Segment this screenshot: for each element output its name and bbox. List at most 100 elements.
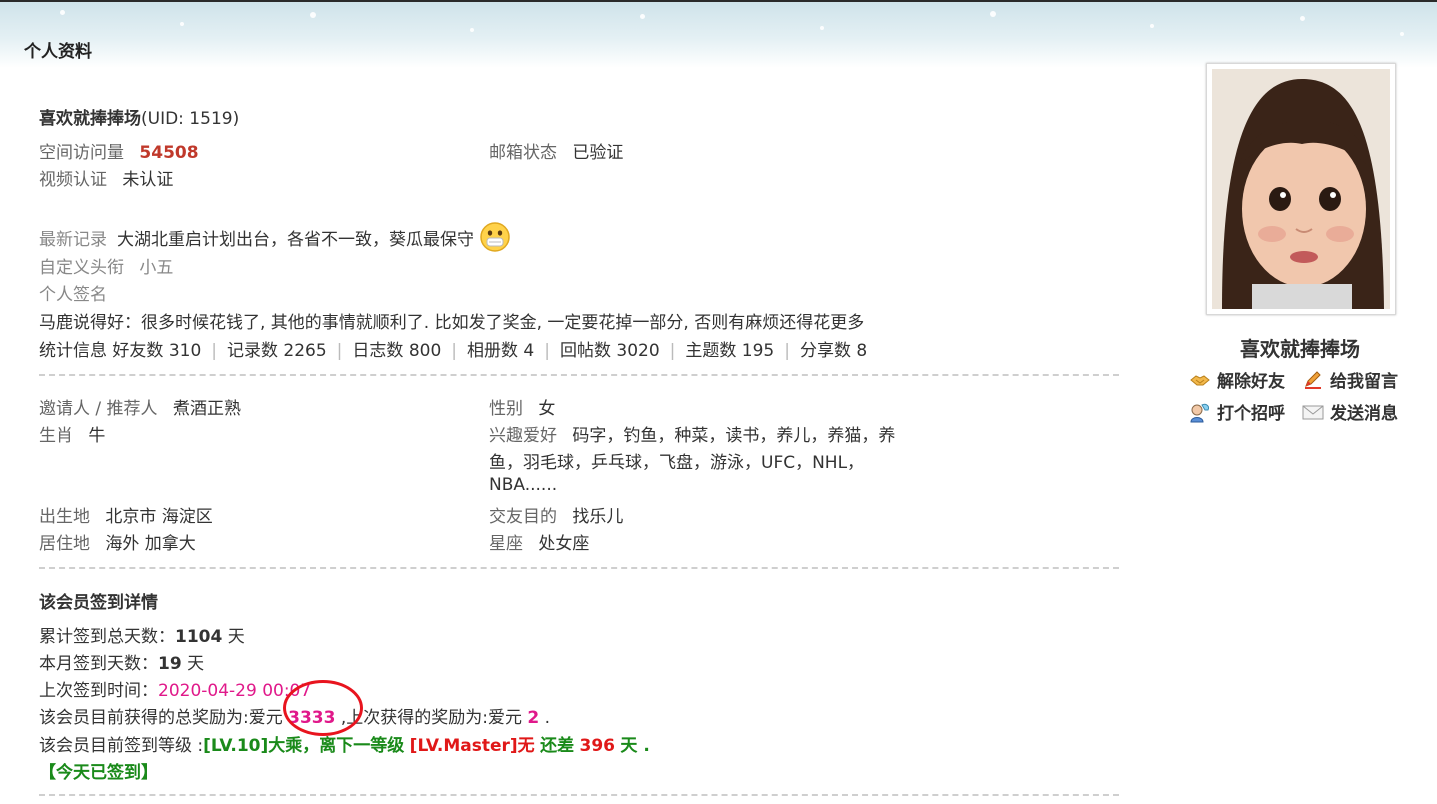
zodiac-value: 牛 <box>88 426 106 446</box>
checkin-last-time-row: 上次签到时间：2020-04-29 00:07 <box>39 676 311 701</box>
inviter-row: 邀请人 / 推荐人 煮酒正熟 <box>39 394 241 419</box>
divider-3 <box>39 794 1119 796</box>
purpose-value: 找乐儿 <box>572 507 624 527</box>
avatar[interactable] <box>1206 63 1396 315</box>
visits-row: 空间访问量 54508 <box>39 138 199 163</box>
today-status: 【今天已签到】 <box>39 763 158 783</box>
gender-label: 性别 <box>489 399 523 419</box>
checkin-month-unit: 天 <box>187 654 205 674</box>
constellation-row: 星座 处女座 <box>489 529 589 554</box>
video-label: 视频认证 <box>39 170 107 190</box>
signature-text: 马鹿说得好：很多时候花钱了, 其他的事情就顺利了. 比如发了奖金, 一定要花掉一… <box>39 313 865 333</box>
checkin-total-unit: 天 <box>227 627 245 647</box>
residence-value: 海外 加拿大 <box>105 534 196 554</box>
page-title: 个人资料 <box>24 42 92 62</box>
constellation-label: 星座 <box>489 534 523 554</box>
reward-prefix: 该会员目前获得的总奖励为:爱元 <box>39 708 283 728</box>
profile-header: 喜欢就捧捧场(UID: 1519) <box>39 104 239 129</box>
unfriend-label: 解除好友 <box>1217 372 1285 392</box>
send-message-button[interactable]: 发送消息 <box>1302 399 1398 424</box>
divider-1 <box>39 374 1119 376</box>
gender-row: 性别 女 <box>489 394 555 419</box>
checkin-month-label: 本月签到天数： <box>39 654 158 674</box>
video-row: 视频认证 未认证 <box>39 165 173 190</box>
greet-button[interactable]: 打个招呼 <box>1189 399 1285 424</box>
email-value: 已验证 <box>572 143 624 163</box>
birthplace-row: 出生地 北京市 海淀区 <box>39 502 213 527</box>
level-remain-label: 还差 <box>540 736 575 756</box>
level-current: [LV.10]大乘 <box>203 736 303 756</box>
uid: (UID: 1519) <box>141 109 240 129</box>
birthplace-label: 出生地 <box>39 507 90 527</box>
zodiac-row: 生肖 牛 <box>39 421 105 446</box>
level-mid: ，离下一等级 <box>302 736 405 756</box>
checkin-last-time-label: 上次签到时间： <box>39 681 158 701</box>
header-banner <box>0 0 1437 68</box>
leave-message-label: 给我留言 <box>1330 372 1398 392</box>
visits-value: 54508 <box>139 143 199 163</box>
level-prefix: 该会员目前签到等级 : <box>39 736 204 756</box>
checkin-month-value: 19 <box>158 654 182 674</box>
latest-value[interactable]: 大湖北重启计划出台，各省不一致，葵瓜最保守 <box>117 225 474 250</box>
hobby-line-3: NBA...... <box>489 475 558 495</box>
checkin-total-label: 累计签到总天数： <box>39 627 175 647</box>
stat-records[interactable]: 记录数 2265 <box>227 341 327 361</box>
stat-shares[interactable]: 分享数 8 <box>800 341 867 361</box>
custom-title-label: 自定义头衔 <box>39 258 124 278</box>
birthplace-value: 北京市 海淀区 <box>105 507 213 527</box>
purpose-label: 交友目的 <box>489 507 557 527</box>
signature-label: 个人签名 <box>39 285 107 305</box>
hobby-line-1: 码字，钓鱼，种菜，读书，养儿，养猫，养 <box>572 426 896 446</box>
checkin-heading: 该会员签到详情 <box>39 593 158 613</box>
video-value: 未认证 <box>122 170 174 190</box>
zodiac-label: 生肖 <box>39 426 73 446</box>
handshake-icon <box>1189 370 1211 390</box>
custom-title-value: 小五 <box>139 258 174 278</box>
reward-end: . <box>544 708 551 728</box>
signature-label-row: 个人签名 <box>39 280 107 305</box>
level-remain-value: 396 <box>579 736 616 756</box>
hobby-label: 兴趣爱好 <box>489 426 557 446</box>
level-remain-unit: 天 . <box>620 736 650 756</box>
send-message-label: 发送消息 <box>1330 404 1398 424</box>
stat-threads[interactable]: 主题数 195 <box>685 341 774 361</box>
purpose-row: 交友目的 找乐儿 <box>489 502 623 527</box>
stat-friends[interactable]: 好友数 310 <box>112 341 201 361</box>
latest-record-row: 最新记录 大湖北重启计划出台，各省不一致，葵瓜最保守 <box>39 222 510 252</box>
stats-row: 统计信息 好友数 310 | 记录数 2265 | 日志数 800 | 相册数 4 | 回帖数 … <box>39 341 868 361</box>
annotation-circle <box>283 680 363 736</box>
stats-label: 统计信息 <box>39 341 107 361</box>
avatar-image <box>1212 69 1390 309</box>
inviter-value[interactable]: 煮酒正熟 <box>173 399 241 419</box>
inviter-label: 邀请人 / 推荐人 <box>39 399 158 419</box>
greet-icon <box>1189 402 1211 422</box>
username: 喜欢就捧捧场 <box>39 109 141 129</box>
visits-label: 空间访问量 <box>39 143 124 163</box>
stat-blogs[interactable]: 日志数 800 <box>352 341 441 361</box>
checkin-level-row: 该会员目前签到等级 :[LV.10]大乘，离下一等级 [LV.Master]无 … <box>39 731 650 756</box>
latest-label: 最新记录 <box>39 229 107 250</box>
reward-last: 2 <box>527 708 540 728</box>
custom-title-row: 自定义头衔 小五 <box>39 253 173 278</box>
greet-label: 打个招呼 <box>1217 404 1285 424</box>
emoji-face-icon <box>480 222 510 252</box>
sidebar-username[interactable]: 喜欢就捧捧场 <box>1180 333 1420 362</box>
email-label: 邮箱状态 <box>489 143 557 163</box>
envelope-icon <box>1302 402 1324 422</box>
pencil-icon <box>1302 370 1324 390</box>
checkin-total-value: 1104 <box>175 627 223 647</box>
unfriend-button[interactable]: 解除好友 <box>1189 367 1285 392</box>
divider-2 <box>39 567 1119 569</box>
leave-message-button[interactable]: 给我留言 <box>1302 367 1398 392</box>
level-next: [LV.Master]无 <box>409 736 535 756</box>
checkin-month-row: 本月签到天数：19 天 <box>39 649 204 674</box>
email-row: 邮箱状态 已验证 <box>489 138 623 163</box>
hobby-line-2: 鱼，羽毛球，乒乓球，飞盘，游泳，UFC，NHL， <box>489 453 865 473</box>
residence-label: 居住地 <box>39 534 90 554</box>
hobby-row: 兴趣爱好 码字，钓鱼，种菜，读书，养儿，养猫，养 <box>489 421 895 446</box>
stat-replies[interactable]: 回帖数 3020 <box>560 341 660 361</box>
stat-albums[interactable]: 相册数 4 <box>467 341 534 361</box>
gender-value: 女 <box>538 399 556 419</box>
residence-row: 居住地 海外 加拿大 <box>39 529 196 554</box>
constellation-value: 处女座 <box>538 534 590 554</box>
